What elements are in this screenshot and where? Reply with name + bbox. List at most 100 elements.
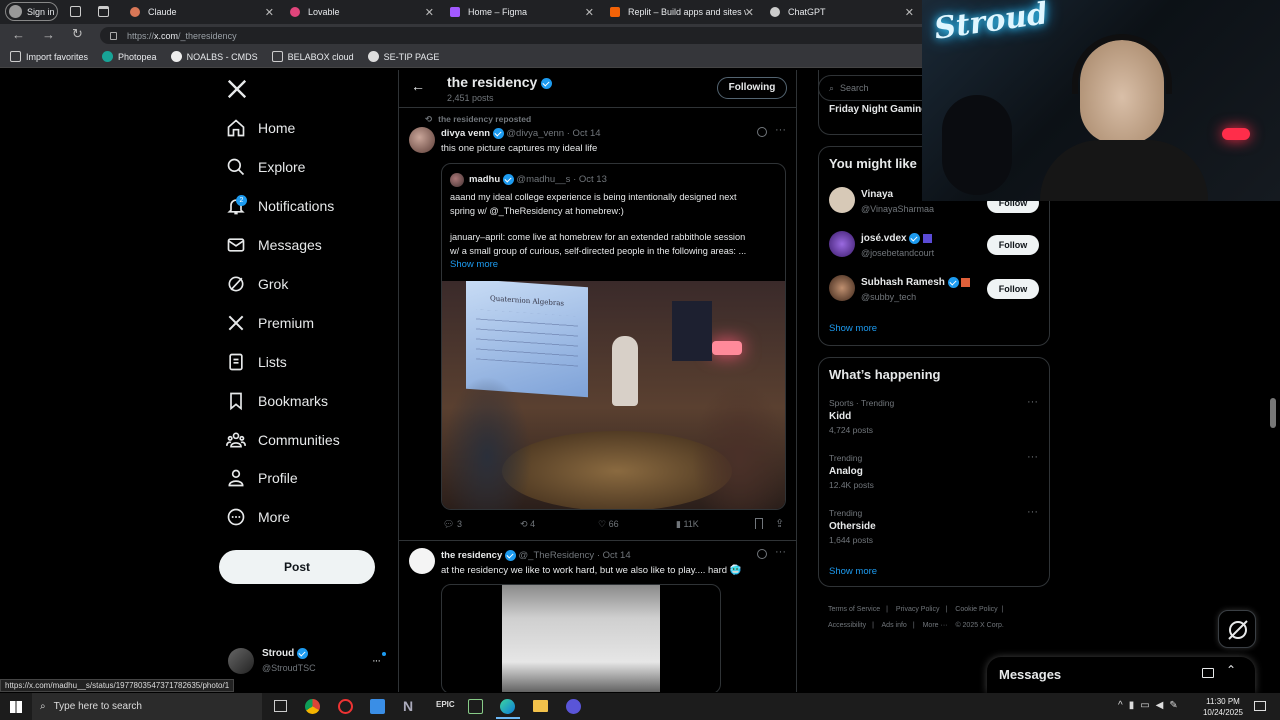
taskbar-search[interactable]: ⌕ Type here to search xyxy=(32,693,262,720)
footer-link[interactable]: Ads info xyxy=(882,622,907,629)
nav-home[interactable]: Home xyxy=(226,113,295,143)
author-handle[interactable]: @_TheResidency xyxy=(519,550,595,561)
notification-center-icon[interactable] xyxy=(1254,701,1266,711)
edge-icon[interactable] xyxy=(500,699,515,714)
expand-icon[interactable]: ⌃ xyxy=(1226,663,1236,677)
like-button[interactable]: ♡ 66 xyxy=(598,519,619,530)
more-icon[interactable]: ··· xyxy=(775,546,786,558)
workspaces-icon[interactable] xyxy=(70,6,81,17)
grok-floating-button[interactable] xyxy=(1218,610,1256,648)
sign-in-button[interactable]: Sign in xyxy=(5,2,58,21)
footer-link[interactable]: Terms of Service xyxy=(828,606,880,613)
app-icon[interactable] xyxy=(338,699,353,714)
bookmark-photopea[interactable]: Photopea xyxy=(102,51,157,62)
post-button[interactable]: Post xyxy=(219,550,375,584)
avatar[interactable] xyxy=(829,187,855,213)
clock[interactable]: 11:30 PM 10/24/2025 xyxy=(1200,696,1246,718)
author-name[interactable]: divya venn xyxy=(441,128,490,139)
nav-grok[interactable]: Grok xyxy=(226,269,288,299)
tab-actions-icon[interactable] xyxy=(98,6,109,17)
volume-icon[interactable]: ◀ xyxy=(1156,700,1170,711)
avatar[interactable] xyxy=(409,548,435,574)
notion-icon[interactable]: N xyxy=(403,698,413,714)
file-explorer-icon[interactable] xyxy=(533,700,548,712)
trend-item[interactable]: Trending Otherside 1,644 posts ··· xyxy=(829,506,1039,550)
follow-button[interactable]: Follow xyxy=(987,235,1039,255)
obs-icon[interactable] xyxy=(566,699,581,714)
tab-replit[interactable]: Replit – Build apps and sites with ✕ xyxy=(604,2,760,22)
bookmark-se-tip[interactable]: SE-TIP PAGE xyxy=(367,51,439,62)
reply-button[interactable]: 💬︎ 3 xyxy=(443,519,462,530)
task-view-icon[interactable] xyxy=(274,700,287,712)
views-button[interactable]: ▮ 11K xyxy=(676,519,699,530)
more-icon[interactable]: ··· xyxy=(372,655,381,667)
footer-link[interactable]: Cookie Policy xyxy=(955,606,997,613)
account-switcher[interactable]: Stroud @StroudTSC ··· xyxy=(226,645,388,679)
nav-profile[interactable]: Profile xyxy=(226,463,298,493)
post-date[interactable]: · Oct 14 xyxy=(597,550,631,561)
close-tab-icon[interactable]: ✕ xyxy=(585,6,594,19)
grok-icon[interactable] xyxy=(757,549,767,559)
pen-icon[interactable]: ✎ xyxy=(1169,700,1183,711)
url-field[interactable]: https:// x.com /_theresidency xyxy=(100,27,930,44)
nav-explore[interactable]: Explore xyxy=(226,152,305,182)
nav-messages[interactable]: Messages xyxy=(226,230,322,260)
avatar[interactable] xyxy=(829,231,855,257)
messages-drawer[interactable]: Messages ⌃ xyxy=(987,657,1255,693)
follow-button[interactable]: Follow xyxy=(987,279,1039,299)
microphone-icon[interactable]: ▮ xyxy=(1129,700,1141,711)
show-more-link[interactable]: Show more xyxy=(829,323,877,334)
nav-communities[interactable]: Communities xyxy=(226,425,340,455)
tab-chatgpt[interactable]: ChatGPT ✕ xyxy=(764,2,920,22)
nav-premium[interactable]: Premium xyxy=(226,308,314,338)
trend-item[interactable]: Trending Analog 12.4K posts ··· xyxy=(829,451,1039,495)
back-icon[interactable]: ← xyxy=(12,27,25,42)
tab-claude[interactable]: Claude ✕ xyxy=(124,2,280,22)
footer-link[interactable]: Privacy Policy xyxy=(896,606,940,613)
more-icon[interactable]: ··· xyxy=(1027,506,1038,518)
post-photo[interactable]: Quaternion Algebras xyxy=(442,281,785,509)
page-scrollbar[interactable] xyxy=(1270,398,1276,428)
footer-link[interactable]: More ··· xyxy=(923,622,948,629)
close-tab-icon[interactable]: ✕ xyxy=(905,6,914,19)
more-icon[interactable]: ··· xyxy=(775,124,786,136)
nav-lists[interactable]: Lists xyxy=(226,347,287,377)
bookmark-import-favorites[interactable]: Import favorites xyxy=(10,51,88,62)
tab-lovable[interactable]: Lovable ✕ xyxy=(284,2,440,22)
trend-item[interactable]: Sports · Trending Kidd 4,724 posts ··· xyxy=(829,396,1039,440)
author-handle[interactable]: @divya_venn xyxy=(506,128,564,139)
forward-icon[interactable]: → xyxy=(42,27,55,42)
show-more-link[interactable]: Show more xyxy=(829,566,877,577)
quote-post-card[interactable]: madhu @madhu__s · Oct 13 aaand my ideal … xyxy=(441,163,786,510)
close-tab-icon[interactable]: ✕ xyxy=(265,6,274,19)
show-more-link[interactable]: Show more xyxy=(450,259,498,270)
xbox-icon[interactable] xyxy=(468,699,483,714)
close-tab-icon[interactable]: ✕ xyxy=(745,6,754,19)
start-icon[interactable] xyxy=(10,701,22,713)
nav-more[interactable]: More xyxy=(226,502,290,532)
close-tab-icon[interactable]: ✕ xyxy=(425,6,434,19)
share-icon[interactable]: ⇪ xyxy=(775,517,784,530)
footer-link[interactable]: Accessibility xyxy=(828,622,866,629)
avatar[interactable] xyxy=(829,275,855,301)
suggestion-name[interactable]: josé.vdex xyxy=(861,233,907,244)
bookmark-belabox[interactable]: BELABOX cloud xyxy=(271,51,354,62)
following-button[interactable]: Following xyxy=(717,77,787,99)
back-arrow-icon[interactable]: ← xyxy=(411,78,425,94)
refresh-icon[interactable]: ↻ xyxy=(72,26,83,42)
new-message-icon[interactable] xyxy=(1202,668,1214,678)
author-name[interactable]: the residency xyxy=(441,550,502,561)
suggestion-name[interactable]: Vinaya xyxy=(861,189,893,200)
more-icon[interactable]: ··· xyxy=(1027,451,1038,463)
tab-figma[interactable]: Home – Figma ✕ xyxy=(444,2,600,22)
suggestion-name[interactable]: Subhash Ramesh xyxy=(861,277,945,288)
bookmark-noalbs[interactable]: NOALBS - CMDS xyxy=(170,51,258,62)
nav-bookmarks[interactable]: Bookmarks xyxy=(226,386,328,416)
post-media[interactable] xyxy=(441,584,721,692)
post-date[interactable]: · Oct 14 xyxy=(567,128,601,139)
more-icon[interactable]: ··· xyxy=(1027,396,1038,408)
bookmark-icon[interactable] xyxy=(755,518,763,529)
network-icon[interactable]: ▭ xyxy=(1140,700,1155,711)
x-logo-icon[interactable] xyxy=(226,78,248,100)
repost-button[interactable]: ⟲ 4 xyxy=(520,519,535,530)
